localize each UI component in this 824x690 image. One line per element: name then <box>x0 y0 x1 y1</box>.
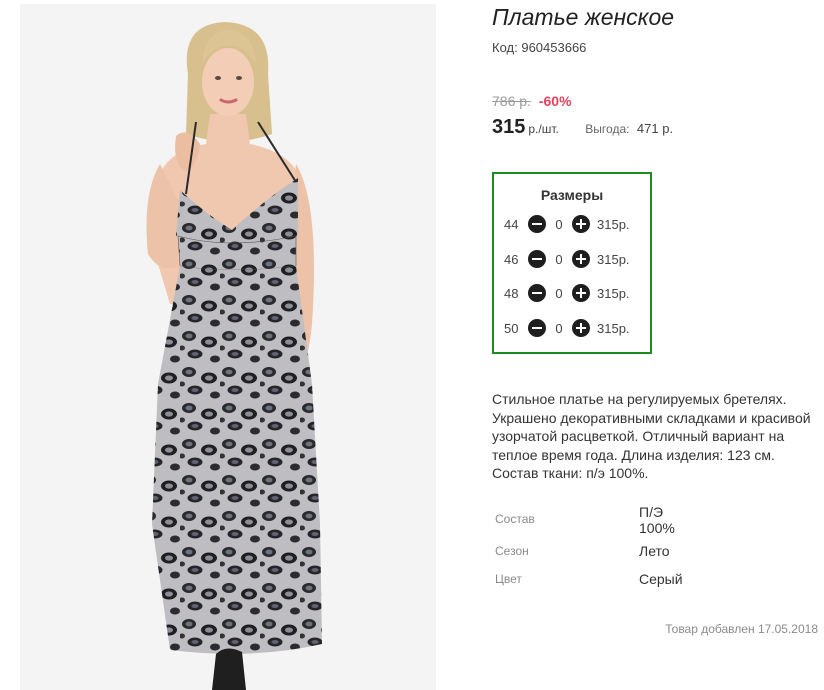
attr-value-color: Серый <box>639 571 683 587</box>
plus-circle-icon[interactable] <box>572 250 590 268</box>
attr-value-line: 100% <box>639 520 675 536</box>
product-photo[interactable] <box>20 4 436 690</box>
size-price: 315р. <box>597 216 630 232</box>
quantity-value: 0 <box>555 216 563 232</box>
attr-value-line: П/Э <box>639 504 664 520</box>
old-price-row: 786 р. -60% <box>492 93 572 109</box>
minus-circle-icon[interactable] <box>528 284 546 302</box>
size-row-50: 50 0 315р. <box>504 318 630 338</box>
attr-value-season: Лето <box>639 543 670 559</box>
product-title: Платье женское <box>492 4 675 30</box>
savings-label: Выгода: <box>585 122 630 136</box>
size-price: 315р. <box>597 251 630 267</box>
current-price: 315 <box>492 116 526 138</box>
attr-label-season: Сезон <box>495 544 529 558</box>
quantity-value: 0 <box>555 251 563 267</box>
old-price: 786 р. <box>492 93 531 109</box>
sizes-title: Размеры <box>540 187 604 203</box>
quantity-value: 0 <box>555 285 563 301</box>
product-code: Код: 960453666 <box>492 40 586 55</box>
attr-label-composition: Состав <box>495 512 535 526</box>
attr-value-line: Серый <box>639 571 683 587</box>
minus-circle-icon[interactable] <box>528 215 546 233</box>
price-row: 315 р./шт. Выгода: 471 р. <box>492 116 673 139</box>
added-date: 17.05.2018 <box>757 622 818 636</box>
size-label: 44 <box>504 216 519 232</box>
savings-value: 471 р. <box>636 121 674 136</box>
size-row-48: 48 0 315р. <box>504 283 630 303</box>
size-row-46: 46 0 315р. <box>504 249 630 269</box>
attr-label-color: Цвет <box>495 572 522 586</box>
added-date-row: Товар добавлен 17.05.2018 <box>665 622 818 636</box>
added-label: Товар добавлен <box>665 622 755 636</box>
size-row-44: 44 0 315р. <box>504 214 630 234</box>
plus-circle-icon[interactable] <box>572 319 590 337</box>
size-label: 48 <box>504 285 519 301</box>
product-code-value: 960453666 <box>521 40 587 55</box>
dress-model-illustration <box>20 4 436 690</box>
attr-value-line: Лето <box>639 543 670 559</box>
size-label: 50 <box>504 320 519 336</box>
discount-badge: -60% <box>538 93 572 109</box>
product-code-label: Код: <box>492 40 518 55</box>
plus-circle-icon[interactable] <box>572 284 590 302</box>
size-label: 46 <box>504 251 519 267</box>
plus-circle-icon[interactable] <box>572 215 590 233</box>
product-description: Стильное платье на регулируемых бретелях… <box>492 391 811 481</box>
size-price: 315р. <box>597 285 630 301</box>
sizes-panel: Размеры 44 0 315р. 46 0 315р. 48 0 315р.… <box>492 172 652 354</box>
size-price: 315р. <box>597 320 630 336</box>
quantity-value: 0 <box>555 320 563 336</box>
price-unit: р./шт. <box>528 122 559 136</box>
minus-circle-icon[interactable] <box>528 319 546 337</box>
minus-circle-icon[interactable] <box>528 250 546 268</box>
attr-value-composition: П/Э 100% <box>639 504 675 536</box>
